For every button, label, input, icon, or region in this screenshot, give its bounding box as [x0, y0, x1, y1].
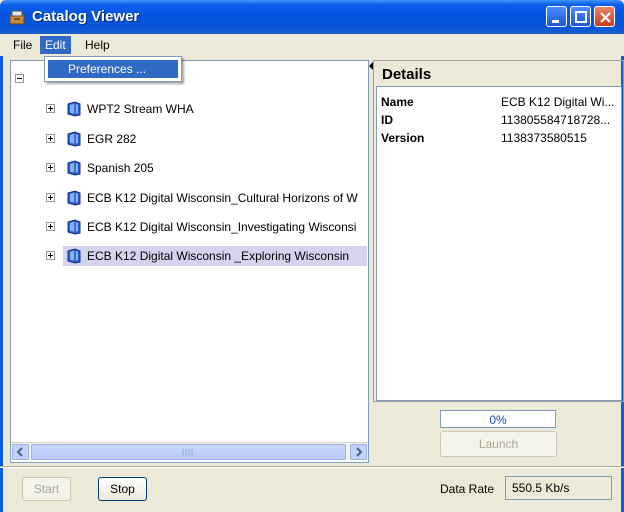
detail-value-version: 1138373580515 — [501, 131, 587, 145]
expand-icon[interactable] — [46, 251, 55, 260]
book-icon — [65, 130, 83, 148]
window-title: Catalog Viewer — [32, 8, 140, 25]
progress-label: 0% — [489, 413, 507, 427]
tree-horizontal-scrollbar[interactable] — [11, 442, 368, 460]
catalog-app-icon — [8, 8, 26, 26]
book-icon — [65, 159, 83, 177]
list-item-label: EGR 282 — [87, 132, 137, 146]
list-item-label: ECB K12 Digital Wisconsin_Cultural Horiz… — [87, 191, 358, 205]
edit-menu-dropdown: Preferences ... — [44, 56, 182, 82]
expand-icon[interactable] — [46, 163, 55, 172]
collapse-icon[interactable] — [15, 74, 24, 83]
list-item[interactable]: WPT2 Stream WHA — [11, 99, 366, 119]
scroll-thumb[interactable] — [31, 444, 346, 460]
start-button[interactable]: Start — [22, 477, 71, 501]
list-item-selected[interactable]: ECB K12 Digital Wisconsin _Exploring Wis… — [11, 246, 367, 266]
list-item[interactable]: EGR 282 — [11, 129, 366, 149]
scroll-left-button[interactable] — [12, 444, 29, 460]
maximize-button[interactable] — [570, 6, 591, 27]
scroll-right-button[interactable] — [350, 444, 367, 460]
menu-item-preferences[interactable]: Preferences ... — [48, 60, 178, 78]
list-item-label: WPT2 Stream WHA — [87, 102, 194, 116]
list-item-label: ECB K12 Digital Wisconsin _Exploring Wis… — [87, 249, 350, 263]
minimize-button[interactable] — [546, 6, 567, 27]
book-icon — [65, 218, 83, 236]
data-rate-label: Data Rate — [440, 482, 495, 496]
list-item[interactable]: ECB K12 Digital Wisconsin_Investigating … — [11, 217, 366, 237]
expand-icon[interactable] — [46, 193, 55, 202]
catalog-viewer-window: Catalog Viewer File Edit Help WPT2 Strea… — [0, 0, 624, 512]
menu-edit[interactable]: Edit — [40, 36, 71, 54]
download-progress-bar: 0% — [440, 410, 556, 428]
list-item[interactable]: Spanish 205 — [11, 158, 366, 178]
list-item[interactable]: ECB K12 Digital Wisconsin_Cultural Horiz… — [11, 188, 366, 208]
data-rate-field: 550.5 Kb/s — [505, 476, 612, 500]
window-border-left — [0, 34, 3, 512]
detail-value-name: ECB K12 Digital Wi... — [501, 95, 615, 109]
book-icon — [65, 189, 83, 207]
detail-key-id: ID — [381, 113, 393, 127]
list-item-label: Spanish 205 — [87, 161, 154, 175]
menu-bar: File Edit Help — [0, 34, 624, 56]
menu-help[interactable]: Help — [80, 36, 115, 54]
detail-key-name: Name — [381, 95, 414, 109]
catalog-tree[interactable]: WPT2 Stream WHA EGR 282 Spanish 205 ECB … — [10, 60, 369, 463]
launch-button[interactable]: Launch — [440, 431, 557, 457]
bottom-divider — [0, 466, 624, 468]
expand-icon[interactable] — [46, 104, 55, 113]
detail-value-id: 113805584718728... — [501, 113, 611, 127]
menu-file[interactable]: File — [8, 36, 37, 54]
close-button[interactable] — [594, 6, 615, 27]
list-item-label: ECB K12 Digital Wisconsin_Investigating … — [87, 220, 357, 234]
book-icon — [65, 100, 83, 118]
details-list: Name ECB K12 Digital Wi... ID 1138055847… — [376, 86, 622, 401]
detail-key-version: Version — [381, 131, 425, 145]
details-title: Details — [380, 66, 434, 83]
expand-icon[interactable] — [46, 222, 55, 231]
book-icon — [65, 247, 83, 265]
grip-icon — [182, 449, 193, 456]
expand-icon[interactable] — [46, 134, 55, 143]
stop-button[interactable]: Stop — [98, 477, 147, 501]
title-bar[interactable]: Catalog Viewer — [0, 0, 624, 34]
